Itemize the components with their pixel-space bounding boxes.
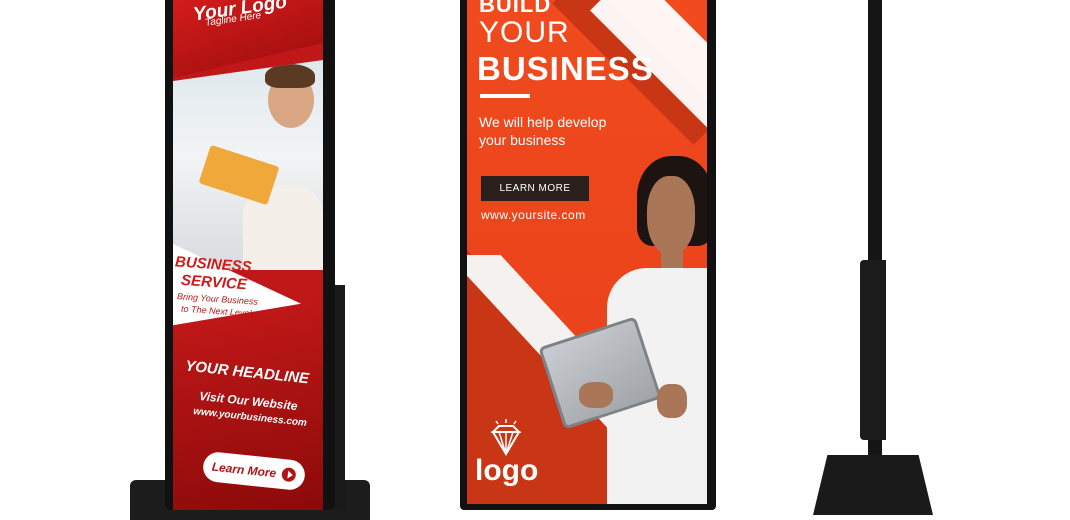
heading-underline [480,94,530,98]
middle-logo-text: logo [475,454,539,487]
description-line1: We will help develop [479,114,607,130]
middle-website: www.yoursite.com [481,208,586,222]
left-kiosk: Your Logo Tagline Here BUSINESS SERVICE … [0,0,370,520]
business-man-photo [173,60,323,270]
woman-hand-left [579,382,613,408]
learn-more-label: Learn More [211,459,277,481]
woman-hand-right [657,384,687,418]
man-hair [265,64,315,88]
description-line2: your business [479,132,566,148]
right-kiosk-base [813,455,933,515]
learn-more-dark-button[interactable]: LEARN MORE [481,176,589,201]
right-kiosk-back-panel [860,260,886,440]
heading-your: YOUR [479,16,570,49]
woman-face [647,176,695,254]
left-kiosk-screen: Your Logo Tagline Here BUSINESS SERVICE … [173,0,323,510]
heading-business: BUSINESS [477,50,654,87]
play-icon [281,467,297,483]
book [198,144,280,206]
middle-kiosk-screen: BUILD YOUR BUSINESS We will help develop… [467,0,707,504]
